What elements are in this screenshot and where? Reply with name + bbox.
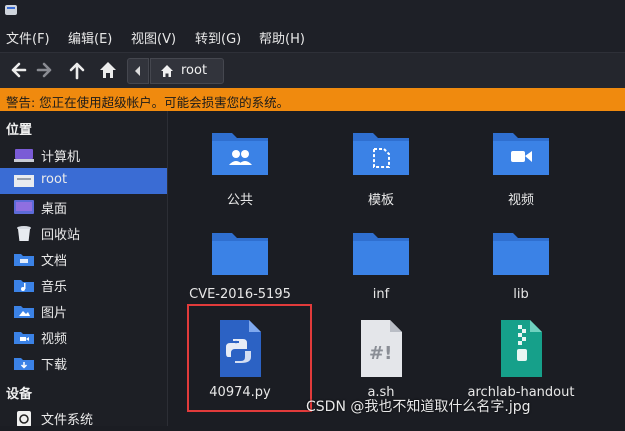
menu-view[interactable]: 视图(V) — [131, 28, 176, 47]
home-button[interactable] — [96, 58, 120, 82]
sidebar-item-computer[interactable]: 计算机 — [0, 142, 167, 168]
folder-icon — [180, 227, 300, 287]
chevron-left-icon — [135, 66, 140, 76]
arrow-right-icon — [36, 62, 52, 78]
forward-button[interactable] — [34, 58, 58, 82]
templates-folder-icon — [321, 127, 441, 187]
devices-heading: 设备 — [6, 387, 33, 402]
sidebar-item-label: 计算机 — [41, 150, 81, 165]
file-item[interactable]: 模板 — [321, 127, 441, 208]
title-bar — [0, 0, 625, 22]
public-folder-icon — [180, 127, 300, 187]
videos-folder-icon — [461, 127, 581, 187]
file-name: 模板 — [367, 193, 394, 208]
computer-icon — [14, 149, 34, 162]
shell-script-icon: #! — [321, 317, 441, 381]
toolbar: root — [0, 52, 625, 89]
menu-help[interactable]: 帮助(H) — [259, 28, 305, 47]
sidebar-item-desktop[interactable]: 桌面 — [0, 194, 167, 220]
file-item[interactable]: lib — [461, 227, 581, 307]
root-warning-bar: 警告: 您正在使用超级帐户。可能会损害您的系统。 — [0, 88, 625, 111]
back-button[interactable] — [5, 58, 29, 82]
arrow-left-icon — [11, 62, 27, 78]
desktop-icon — [14, 200, 34, 214]
highlight-box — [187, 304, 312, 412]
archive-file-icon — [461, 317, 581, 381]
downloads-folder-icon — [14, 358, 34, 370]
watermark: CSDN @我也不知道取什么名字.jpg — [306, 399, 531, 415]
sidebar-item-label: root — [41, 172, 68, 187]
app-icon — [5, 5, 17, 15]
arrow-up-icon — [69, 62, 85, 80]
sidebar-item-label: 音乐 — [41, 280, 68, 295]
menu-go[interactable]: 转到(G) — [195, 28, 241, 47]
filesystem-icon — [17, 411, 31, 426]
pictures-folder-icon — [14, 306, 34, 318]
sidebar-item-trash[interactable]: 回收站 — [0, 220, 167, 246]
sidebar-item-label: 下载 — [41, 358, 68, 373]
sidebar-item-music[interactable]: 音乐 — [0, 272, 167, 298]
sidebar-item-label: 文件系统 — [41, 413, 94, 428]
sidebar-item-pictures[interactable]: 图片 — [0, 298, 167, 324]
music-folder-icon — [14, 280, 34, 292]
trash-icon — [17, 226, 31, 241]
file-name: 视频 — [507, 193, 534, 208]
breadcrumb-label: root — [181, 63, 208, 78]
sidebar-item-label: 回收站 — [41, 228, 81, 243]
file-name: 公共 — [226, 193, 253, 208]
home-icon — [161, 65, 173, 77]
sidebar-item-label: 图片 — [41, 306, 68, 321]
sidebar-item-videos[interactable]: 视频 — [0, 324, 167, 350]
sidebar-item-label: 视频 — [41, 332, 68, 347]
folder-icon — [461, 227, 581, 287]
path-scroll-left-button[interactable] — [127, 58, 149, 84]
file-item[interactable]: CVE-2016-5195 — [180, 227, 300, 307]
menu-edit[interactable]: 编辑(E) — [68, 28, 112, 47]
folder-icon — [321, 227, 441, 287]
file-name: inf — [372, 287, 390, 302]
documents-folder-icon — [14, 254, 34, 266]
places-heading: 位置 — [6, 123, 33, 138]
sidebar-item-root[interactable]: root — [0, 168, 167, 194]
file-name: CVE-2016-5195 — [189, 287, 291, 302]
up-button[interactable] — [65, 58, 89, 82]
breadcrumb-root[interactable]: root — [150, 58, 224, 84]
sidebar-item-filesystem[interactable]: 文件系统 — [0, 405, 167, 431]
file-item[interactable]: inf — [321, 227, 441, 307]
sidebar-item-label: 桌面 — [41, 202, 68, 217]
file-item[interactable]: 视频 — [461, 127, 581, 208]
file-name: lib — [513, 287, 529, 302]
sidebar-item-documents[interactable]: 文档 — [0, 246, 167, 272]
warning-text: 警告: 您正在使用超级帐户。可能会损害您的系统。 — [6, 95, 290, 110]
sidebar: 位置 计算机 root 桌面 回收站 文档 音乐 图片 视频 下载 设备 文件系… — [0, 111, 168, 428]
sidebar-item-downloads[interactable]: 下载 — [0, 350, 167, 376]
svg-text:#!: #! — [369, 343, 392, 364]
sidebar-item-label: 文档 — [41, 254, 68, 269]
menu-bar: 文件(F) 编辑(E) 视图(V) 转到(G) 帮助(H) — [0, 22, 625, 52]
videos-folder-icon — [14, 332, 34, 344]
file-item[interactable]: 公共 — [180, 127, 300, 208]
home-folder-icon — [14, 175, 34, 187]
home-icon — [100, 62, 116, 78]
menu-file[interactable]: 文件(F) — [6, 28, 50, 47]
